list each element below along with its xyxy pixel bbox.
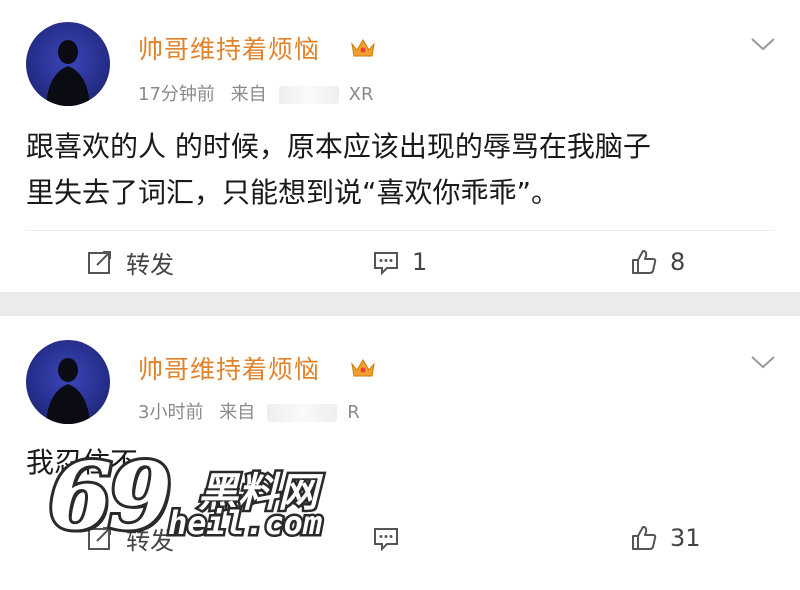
content-line: 我忍住不 bbox=[26, 446, 139, 479]
repost-icon bbox=[88, 527, 111, 550]
repost-label: 转发 bbox=[126, 250, 174, 279]
comment-button[interactable] bbox=[372, 518, 412, 558]
post-source-suffix: R bbox=[347, 402, 360, 423]
post-source-suffix: XR bbox=[348, 84, 374, 105]
comment-button[interactable]: 1 bbox=[372, 242, 427, 282]
post-time: 3小时前 bbox=[138, 402, 204, 423]
post-content: 跟喜欢的人 的时候，原本应该出现的辱骂在我脑子 里失去了词汇，只能想到说“喜欢你… bbox=[26, 124, 776, 216]
content-line: 里失去了词汇，只能想到说“喜欢你乖乖”。 bbox=[26, 176, 560, 209]
post-time: 17分钟前 bbox=[138, 84, 215, 105]
repost-icon bbox=[88, 251, 111, 274]
post-meta: 3小时前 来自 R bbox=[138, 398, 370, 424]
comment-icon bbox=[374, 528, 398, 552]
repost-button[interactable]: 转发 bbox=[86, 242, 174, 282]
like-icon bbox=[632, 250, 657, 274]
like-count: 31 bbox=[670, 524, 701, 552]
post-card: 帅哥维持着烦恼 3小时前 来自 R 我忍住不 转发 31 bbox=[0, 316, 800, 590]
like-count: 8 bbox=[670, 248, 686, 276]
like-icon bbox=[632, 526, 657, 550]
username[interactable]: 帅哥维持着烦恼 bbox=[138, 30, 320, 66]
crown-icon bbox=[351, 359, 375, 377]
divider bbox=[26, 230, 774, 231]
post-source-prefix: 来自 bbox=[219, 402, 256, 423]
like-button[interactable]: 31 bbox=[630, 518, 701, 558]
post-content: 我忍住不 bbox=[26, 440, 776, 486]
repost-button[interactable]: 转发 bbox=[86, 518, 174, 558]
username[interactable]: 帅哥维持着烦恼 bbox=[138, 350, 320, 386]
chevron-down-icon[interactable] bbox=[750, 36, 776, 52]
avatar[interactable] bbox=[26, 340, 110, 424]
crown-icon bbox=[351, 39, 375, 57]
repost-label: 转发 bbox=[126, 526, 174, 555]
post-meta: 17分钟前 来自 XR bbox=[138, 80, 383, 106]
avatar[interactable] bbox=[26, 22, 110, 106]
blurred-source bbox=[278, 86, 339, 104]
comment-icon bbox=[374, 252, 398, 276]
like-button[interactable]: 8 bbox=[630, 242, 685, 282]
comment-count: 1 bbox=[412, 248, 428, 276]
chevron-down-icon[interactable] bbox=[750, 354, 776, 370]
post-card: 帅哥维持着烦恼 17分钟前 来自 XR 跟喜欢的人 的时候，原本应该出现的辱骂在我… bbox=[0, 0, 800, 292]
blurred-source bbox=[267, 404, 338, 422]
content-line: 跟喜欢的人 的时候，原本应该出现的辱骂在我脑子 bbox=[26, 130, 651, 163]
post-source-prefix: 来自 bbox=[230, 84, 267, 105]
